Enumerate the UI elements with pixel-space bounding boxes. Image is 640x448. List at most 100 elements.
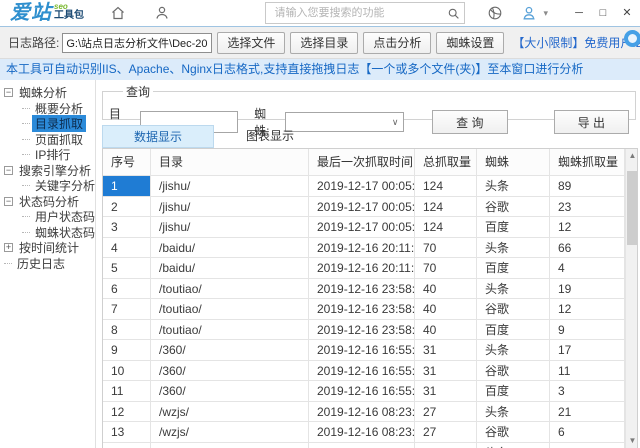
table-row[interactable]: 11/360/2019-12-16 16:55:5731百度3 (103, 381, 625, 402)
log-path-input[interactable] (62, 33, 212, 53)
table-cell: /360/ (151, 340, 309, 361)
sidebar-item-history-log[interactable]: 历史日志 (0, 256, 95, 272)
sidebar-item-status-code-analysis[interactable]: −状态码分析 (0, 194, 95, 210)
table-cell: 2019-12-16 08:23:28 (309, 402, 415, 423)
tree-connector-line (22, 139, 30, 140)
sidebar-item-label: 按时间统计 (16, 239, 82, 256)
column-header[interactable]: 最后一次抓取时间 (309, 149, 415, 176)
scrollbar-thumb[interactable] (627, 171, 638, 245)
home-icon[interactable] (110, 5, 126, 21)
sidebar-item-user-status-code[interactable]: 用户状态码 (0, 209, 95, 225)
sidebar-item-spider-analysis[interactable]: −蜘蛛分析 (0, 85, 95, 101)
info-bar: 本工具可自动识别IIS、Apache、Nginx日志格式,支持直接拖拽日志【一个… (0, 59, 640, 80)
table-cell: 124 (415, 197, 477, 218)
table-row[interactable]: 6/toutiao/2019-12-16 23:58:5140头条19 (103, 279, 625, 300)
scroll-up-icon[interactable]: ▲ (626, 149, 638, 163)
minimize-button[interactable]: ─ (572, 5, 586, 21)
table-cell: 百度 (477, 258, 550, 279)
sidebar-item-spider-status-code[interactable]: 蜘蛛状态码 (0, 225, 95, 241)
collapse-toggle-icon[interactable]: − (4, 166, 13, 175)
search-icon[interactable] (447, 7, 460, 20)
table-cell: /wzjs/ (151, 422, 309, 443)
table-cell: 70 (415, 258, 477, 279)
sidebar-item-label: 页面抓取 (32, 131, 86, 148)
sidebar-item-keyword-analysis[interactable]: 关键字分析 (0, 178, 95, 194)
table-cell: 4 (550, 258, 625, 279)
table-row[interactable]: 4/baidu/2019-12-16 20:11:2070头条66 (103, 238, 625, 259)
table-cell: /360/ (151, 361, 309, 382)
table-cell: 11 (103, 381, 151, 402)
contact-service-icon[interactable] (154, 5, 170, 21)
column-header[interactable]: 目录 (151, 149, 309, 176)
vertical-scrollbar[interactable]: ▲ ▼ (625, 149, 638, 448)
query-button[interactable]: 查 询 (432, 110, 507, 134)
tree-connector-line (22, 108, 30, 109)
app-logo: 爱站 seo 工具包 (10, 3, 84, 23)
combo-chevron-icon[interactable]: ∨ (387, 117, 403, 128)
chevron-down-icon[interactable]: ▾ (543, 8, 548, 19)
table-row[interactable]: 9/360/2019-12-16 16:55:5731头条17 (103, 340, 625, 361)
logo-text-toolkit: 工具包 (54, 11, 84, 21)
column-header[interactable]: 蜘蛛抓取量 (550, 149, 625, 176)
table-header-row: 序号目录最后一次抓取时间总抓取量蜘蛛蜘蛛抓取量 (103, 149, 625, 176)
table-cell: 谷歌 (477, 299, 550, 320)
tab-data-view[interactable]: 数据显示 (102, 125, 214, 148)
sidebar-item-label: 搜索引擎分析 (16, 162, 94, 179)
analyze-button[interactable]: 点击分析 (363, 32, 431, 54)
search-input[interactable] (272, 6, 447, 20)
table-cell: 2019-12-16 23:58:51 (309, 320, 415, 341)
tab-chart-view[interactable]: 图表显示 (214, 125, 326, 148)
sidebar-item-page-crawl[interactable]: 页面抓取 (0, 132, 95, 148)
table-row[interactable]: 1/jishu/2019-12-17 00:05:22124头条89 (103, 176, 625, 197)
table-cell: 百度 (477, 320, 550, 341)
table-cell: /jishu/ (151, 176, 309, 197)
table-row[interactable]: 10/360/2019-12-16 16:55:5731谷歌11 (103, 361, 625, 382)
column-header[interactable]: 蜘蛛 (477, 149, 550, 176)
table-row[interactable]: 12/wzjs/2019-12-16 08:23:2827头条21 (103, 402, 625, 423)
table-row[interactable]: 3/jishu/2019-12-17 00:05:22124百度12 (103, 217, 625, 238)
table-row[interactable]: 7/toutiao/2019-12-16 23:58:5140谷歌12 (103, 299, 625, 320)
floating-badge-icon[interactable] (624, 30, 640, 47)
table-cell: 头条 (477, 176, 550, 197)
sidebar-item-search-engine-analysis[interactable]: −搜索引擎分析 (0, 163, 95, 179)
sidebar-item-summary-analysis[interactable]: 概要分析 (0, 101, 95, 117)
table-cell: /jishu/ (151, 217, 309, 238)
column-header[interactable]: 总抓取量 (415, 149, 477, 176)
table-row[interactable]: 5/baidu/2019-12-16 20:11:2070百度4 (103, 258, 625, 279)
app-window: 爱站 seo 工具包 (0, 0, 640, 448)
sidebar-item-label: 概要分析 (32, 100, 86, 117)
table-cell: 66 (550, 238, 625, 259)
spider-settings-button[interactable]: 蜘蛛设置 (436, 32, 504, 54)
table-row[interactable]: 13/wzjs/2019-12-16 08:23:2827谷歌6 (103, 422, 625, 443)
table-cell: 8 (103, 320, 151, 341)
choose-dir-button[interactable]: 选择目录 (290, 32, 358, 54)
window-controls: ─ □ ✕ (572, 5, 634, 21)
network-icon[interactable] (487, 5, 503, 21)
sidebar-item-directory-crawl[interactable]: 目录抓取 (0, 116, 95, 132)
collapse-toggle-icon[interactable]: − (4, 88, 13, 97)
table-cell: 百度 (477, 217, 550, 238)
sidebar-item-label: 用户状态码 (32, 208, 96, 225)
sidebar-item-ip-ranking[interactable]: IP排行 (0, 147, 95, 163)
table-cell: 2019-12-16 08:23:28 (309, 422, 415, 443)
table-cell: 头条 (477, 279, 550, 300)
collapse-toggle-icon[interactable]: − (4, 197, 13, 206)
close-button[interactable]: ✕ (620, 5, 634, 21)
table-row[interactable]: 2/jishu/2019-12-17 00:05:22124谷歌23 (103, 197, 625, 218)
table-cell: 2019-12-17 00:05:22 (309, 176, 415, 197)
expand-toggle-icon[interactable]: + (4, 243, 13, 252)
scroll-down-icon[interactable]: ▼ (626, 434, 638, 448)
sidebar-item-time-statistics[interactable]: +按时间统计 (0, 240, 95, 256)
table-cell: 百度 (477, 381, 550, 402)
maximize-button[interactable]: □ (596, 5, 610, 21)
export-button[interactable]: 导 出 (554, 110, 629, 134)
column-header[interactable]: 序号 (103, 149, 151, 176)
user-icon[interactable] (521, 5, 537, 21)
table-row[interactable]: 8/toutiao/2019-12-16 23:58:5140百度9 (103, 320, 625, 341)
table-row[interactable]: 14/qukuai/2019-12-17 00:44:5723头条13 (103, 443, 625, 448)
function-search[interactable] (265, 2, 465, 24)
table-cell: 2019-12-17 00:05:22 (309, 197, 415, 218)
table-cell: /jishu/ (151, 197, 309, 218)
table-cell: 40 (415, 279, 477, 300)
choose-file-button[interactable]: 选择文件 (217, 32, 285, 54)
